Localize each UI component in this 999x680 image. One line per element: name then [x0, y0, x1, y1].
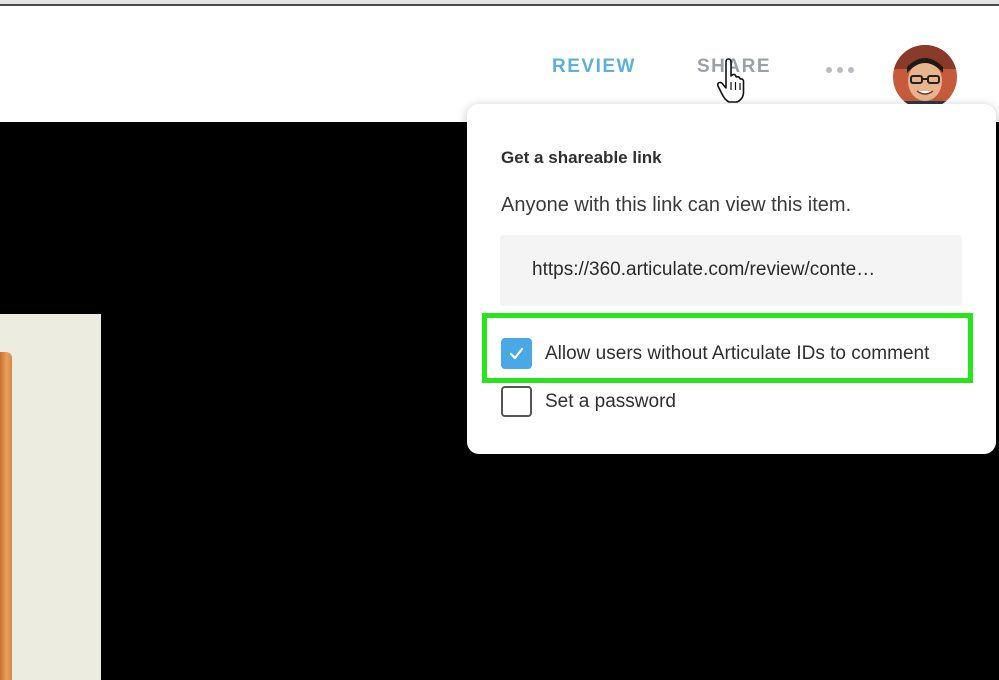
set-password-checkbox[interactable]	[501, 386, 532, 417]
set-password-label[interactable]: Set a password	[545, 391, 676, 413]
avatar-photo-icon	[893, 45, 957, 109]
share-link-url[interactable]: https://360.articulate.com/review/conte…	[532, 259, 932, 281]
share-link-field[interactable]: https://360.articulate.com/review/conte…	[500, 235, 962, 306]
review-tab[interactable]: REVIEW	[552, 56, 636, 78]
hand-cursor-icon	[716, 58, 745, 103]
popup-description: Anyone with this link can view this item…	[501, 194, 852, 216]
slide-photo	[0, 352, 12, 680]
popup-title: Get a shareable link	[501, 148, 662, 167]
ellipsis-icon[interactable]	[825, 66, 855, 74]
slide-thumbnail	[0, 314, 101, 680]
share-popup: Get a shareable link Anyone with this li…	[467, 104, 996, 454]
highlight-annotation-box	[482, 313, 973, 383]
user-avatar[interactable]	[893, 45, 957, 109]
